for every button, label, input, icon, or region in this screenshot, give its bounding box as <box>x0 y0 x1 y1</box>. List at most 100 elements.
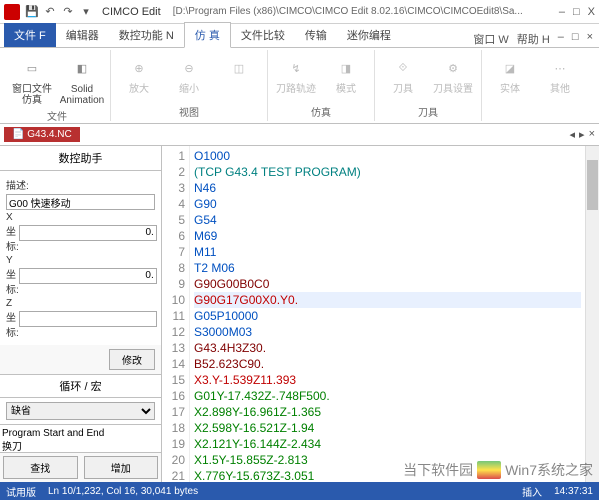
toolpath-icon: ↯ <box>280 52 312 84</box>
tab-help[interactable]: 帮助 H <box>517 31 550 47</box>
tab-5[interactable]: 迷你编程 <box>337 23 401 47</box>
toolpath: ↯刀路轨迹 <box>274 52 318 95</box>
code-line[interactable]: G05P10000 <box>194 308 581 324</box>
find-btn-icon: 🔍 <box>594 52 599 84</box>
tool-setup-icon: ⚙ <box>437 52 469 84</box>
zoom-in: ⊕放大 <box>117 52 161 95</box>
qat-redo-icon[interactable]: ↷ <box>60 4 76 20</box>
tab-nav-left-icon[interactable]: ◂ <box>570 128 576 141</box>
ribbon-help-icon[interactable]: □ <box>572 31 579 47</box>
code-line[interactable]: M69 <box>194 228 581 244</box>
default-select[interactable]: 缺省 <box>6 402 155 420</box>
vertical-scrollbar[interactable] <box>585 146 599 482</box>
code-line[interactable]: X.776Y-15.673Z-3.051 <box>194 468 581 482</box>
nc-assistant-title: 数控助手 <box>0 146 161 171</box>
code-line[interactable]: X2.598Y-16.521Z-1.94 <box>194 420 581 436</box>
tab-nav-right-icon[interactable]: ▸ <box>579 128 585 141</box>
line-gutter: 1234567891011121314151617181920212223242… <box>162 146 190 482</box>
tab-1[interactable]: 数控功能 N <box>109 23 184 47</box>
coord-label-2: Z 坐标: <box>6 298 19 339</box>
tab-4[interactable]: 传输 <box>295 23 337 47</box>
document-tab[interactable]: 📄 G43.4.NC <box>4 127 80 142</box>
view-btn: ◫ <box>217 52 261 84</box>
find-button[interactable]: 查找 <box>3 456 78 479</box>
coord-input-0[interactable] <box>19 225 157 241</box>
tab-file[interactable]: 文件 F <box>4 23 56 47</box>
tool-setup: ⚙刀具设置 <box>431 52 475 95</box>
code-line[interactable]: G90G17G00X0.Y0. <box>194 292 581 308</box>
code-line[interactable]: T2 M06 <box>194 260 581 276</box>
mode-btn: ◨模式 <box>324 52 368 95</box>
code-line[interactable]: G90 <box>194 196 581 212</box>
code-line[interactable]: G54 <box>194 212 581 228</box>
status-time: 14:37:31 <box>554 486 593 497</box>
other-btn: ⋯其他 <box>538 52 582 95</box>
status-position: Ln 10/1,232, Col 16, 30,041 bytes <box>48 486 198 497</box>
tab-2[interactable]: 仿 真 <box>184 22 231 48</box>
coord-input-1[interactable] <box>19 268 157 284</box>
zoom-in-icon: ⊕ <box>123 52 155 84</box>
view-btn-icon: ◫ <box>223 52 255 84</box>
other-btn-icon: ⋯ <box>544 52 576 84</box>
status-trial: 试用版 <box>6 484 36 499</box>
window-file-sim[interactable]: ▭窗口文件仿真 <box>10 52 54 106</box>
app-logo-icon <box>4 4 20 20</box>
solid-animation[interactable]: ◧SolidAnimation <box>60 52 104 106</box>
close-button[interactable]: X <box>588 6 595 18</box>
find-btn: 🔍查找 <box>588 52 599 95</box>
app-title: CIMCO Edit <box>102 6 161 18</box>
group-label: 文件 <box>10 106 104 123</box>
qat-undo-icon[interactable]: ↶ <box>42 4 58 20</box>
tool-btn: ⟐刀具 <box>381 52 425 95</box>
zoom-out-icon: ⊖ <box>173 52 205 84</box>
code-line[interactable]: (TCP G43.4 TEST PROGRAM) <box>194 164 581 180</box>
group-label <box>488 117 599 119</box>
tab-nav-close-icon[interactable]: × <box>589 128 595 141</box>
maximize-button[interactable]: □ <box>573 6 580 18</box>
tab-3[interactable]: 文件比较 <box>231 23 295 47</box>
zoom-out: ⊖缩小 <box>167 52 211 95</box>
code-editor[interactable]: O1000(TCP G43.4 TEST PROGRAM)N46G90G54M6… <box>190 146 585 482</box>
solid-btn: ◪实体 <box>488 52 532 95</box>
coord-input-2[interactable] <box>19 311 157 327</box>
ribbon-close-icon[interactable]: × <box>587 31 593 47</box>
code-line[interactable]: B52.623C90. <box>194 356 581 372</box>
group-label: 视图 <box>117 102 261 119</box>
coord-label-1: Y 坐标: <box>6 255 19 296</box>
code-line[interactable]: M11 <box>194 244 581 260</box>
add-button[interactable]: 增加 <box>84 456 159 479</box>
code-line[interactable]: X2.121Y-16.144Z-2.434 <box>194 436 581 452</box>
code-line[interactable]: X3.Y-1.539Z11.393 <box>194 372 581 388</box>
coord-label-0: X 坐标: <box>6 212 19 253</box>
tab-0[interactable]: 编辑器 <box>56 23 109 47</box>
modify-button[interactable]: 修改 <box>109 349 155 370</box>
code-line[interactable]: X2.898Y-16.961Z-1.365 <box>194 404 581 420</box>
code-line[interactable]: G90G00B0C0 <box>194 276 581 292</box>
qat-dropdown-icon[interactable]: ▾ <box>78 4 94 20</box>
code-line[interactable]: N46 <box>194 180 581 196</box>
qat-save-icon[interactable]: 💾 <box>24 4 40 20</box>
group-label: 刀具 <box>381 102 475 119</box>
group-label: 仿真 <box>274 102 368 119</box>
macro-list[interactable]: Program Start and End换刀Program commentG0… <box>0 424 161 452</box>
code-line[interactable]: X1.5Y-15.855Z-2.813 <box>194 452 581 468</box>
mode-btn-icon: ◨ <box>330 52 362 84</box>
desc-label: 描述: <box>6 177 50 192</box>
code-line[interactable]: G01Y-17.432Z-.748F500. <box>194 388 581 404</box>
tab-window[interactable]: 窗口 W <box>473 31 508 47</box>
minimize-button[interactable]: – <box>559 6 565 18</box>
tool-btn-icon: ⟐ <box>387 52 419 84</box>
window-file-sim-icon: ▭ <box>16 52 48 84</box>
scrollbar-thumb[interactable] <box>587 160 598 210</box>
doc-tab-icon: 📄 <box>12 129 24 140</box>
loop-macro-title: 循环 / 宏 <box>0 374 161 398</box>
code-line[interactable]: S3000M03 <box>194 324 581 340</box>
list-item[interactable]: 换刀 <box>2 441 159 452</box>
ribbon-min-icon[interactable]: – <box>558 31 564 47</box>
status-mode: 插入 <box>522 484 542 499</box>
list-item[interactable]: Program Start and End <box>2 427 159 441</box>
desc-input[interactable] <box>6 194 155 210</box>
code-line[interactable]: G43.4H3Z30. <box>194 340 581 356</box>
code-line[interactable]: O1000 <box>194 148 581 164</box>
solid-animation-icon: ◧ <box>66 52 98 84</box>
